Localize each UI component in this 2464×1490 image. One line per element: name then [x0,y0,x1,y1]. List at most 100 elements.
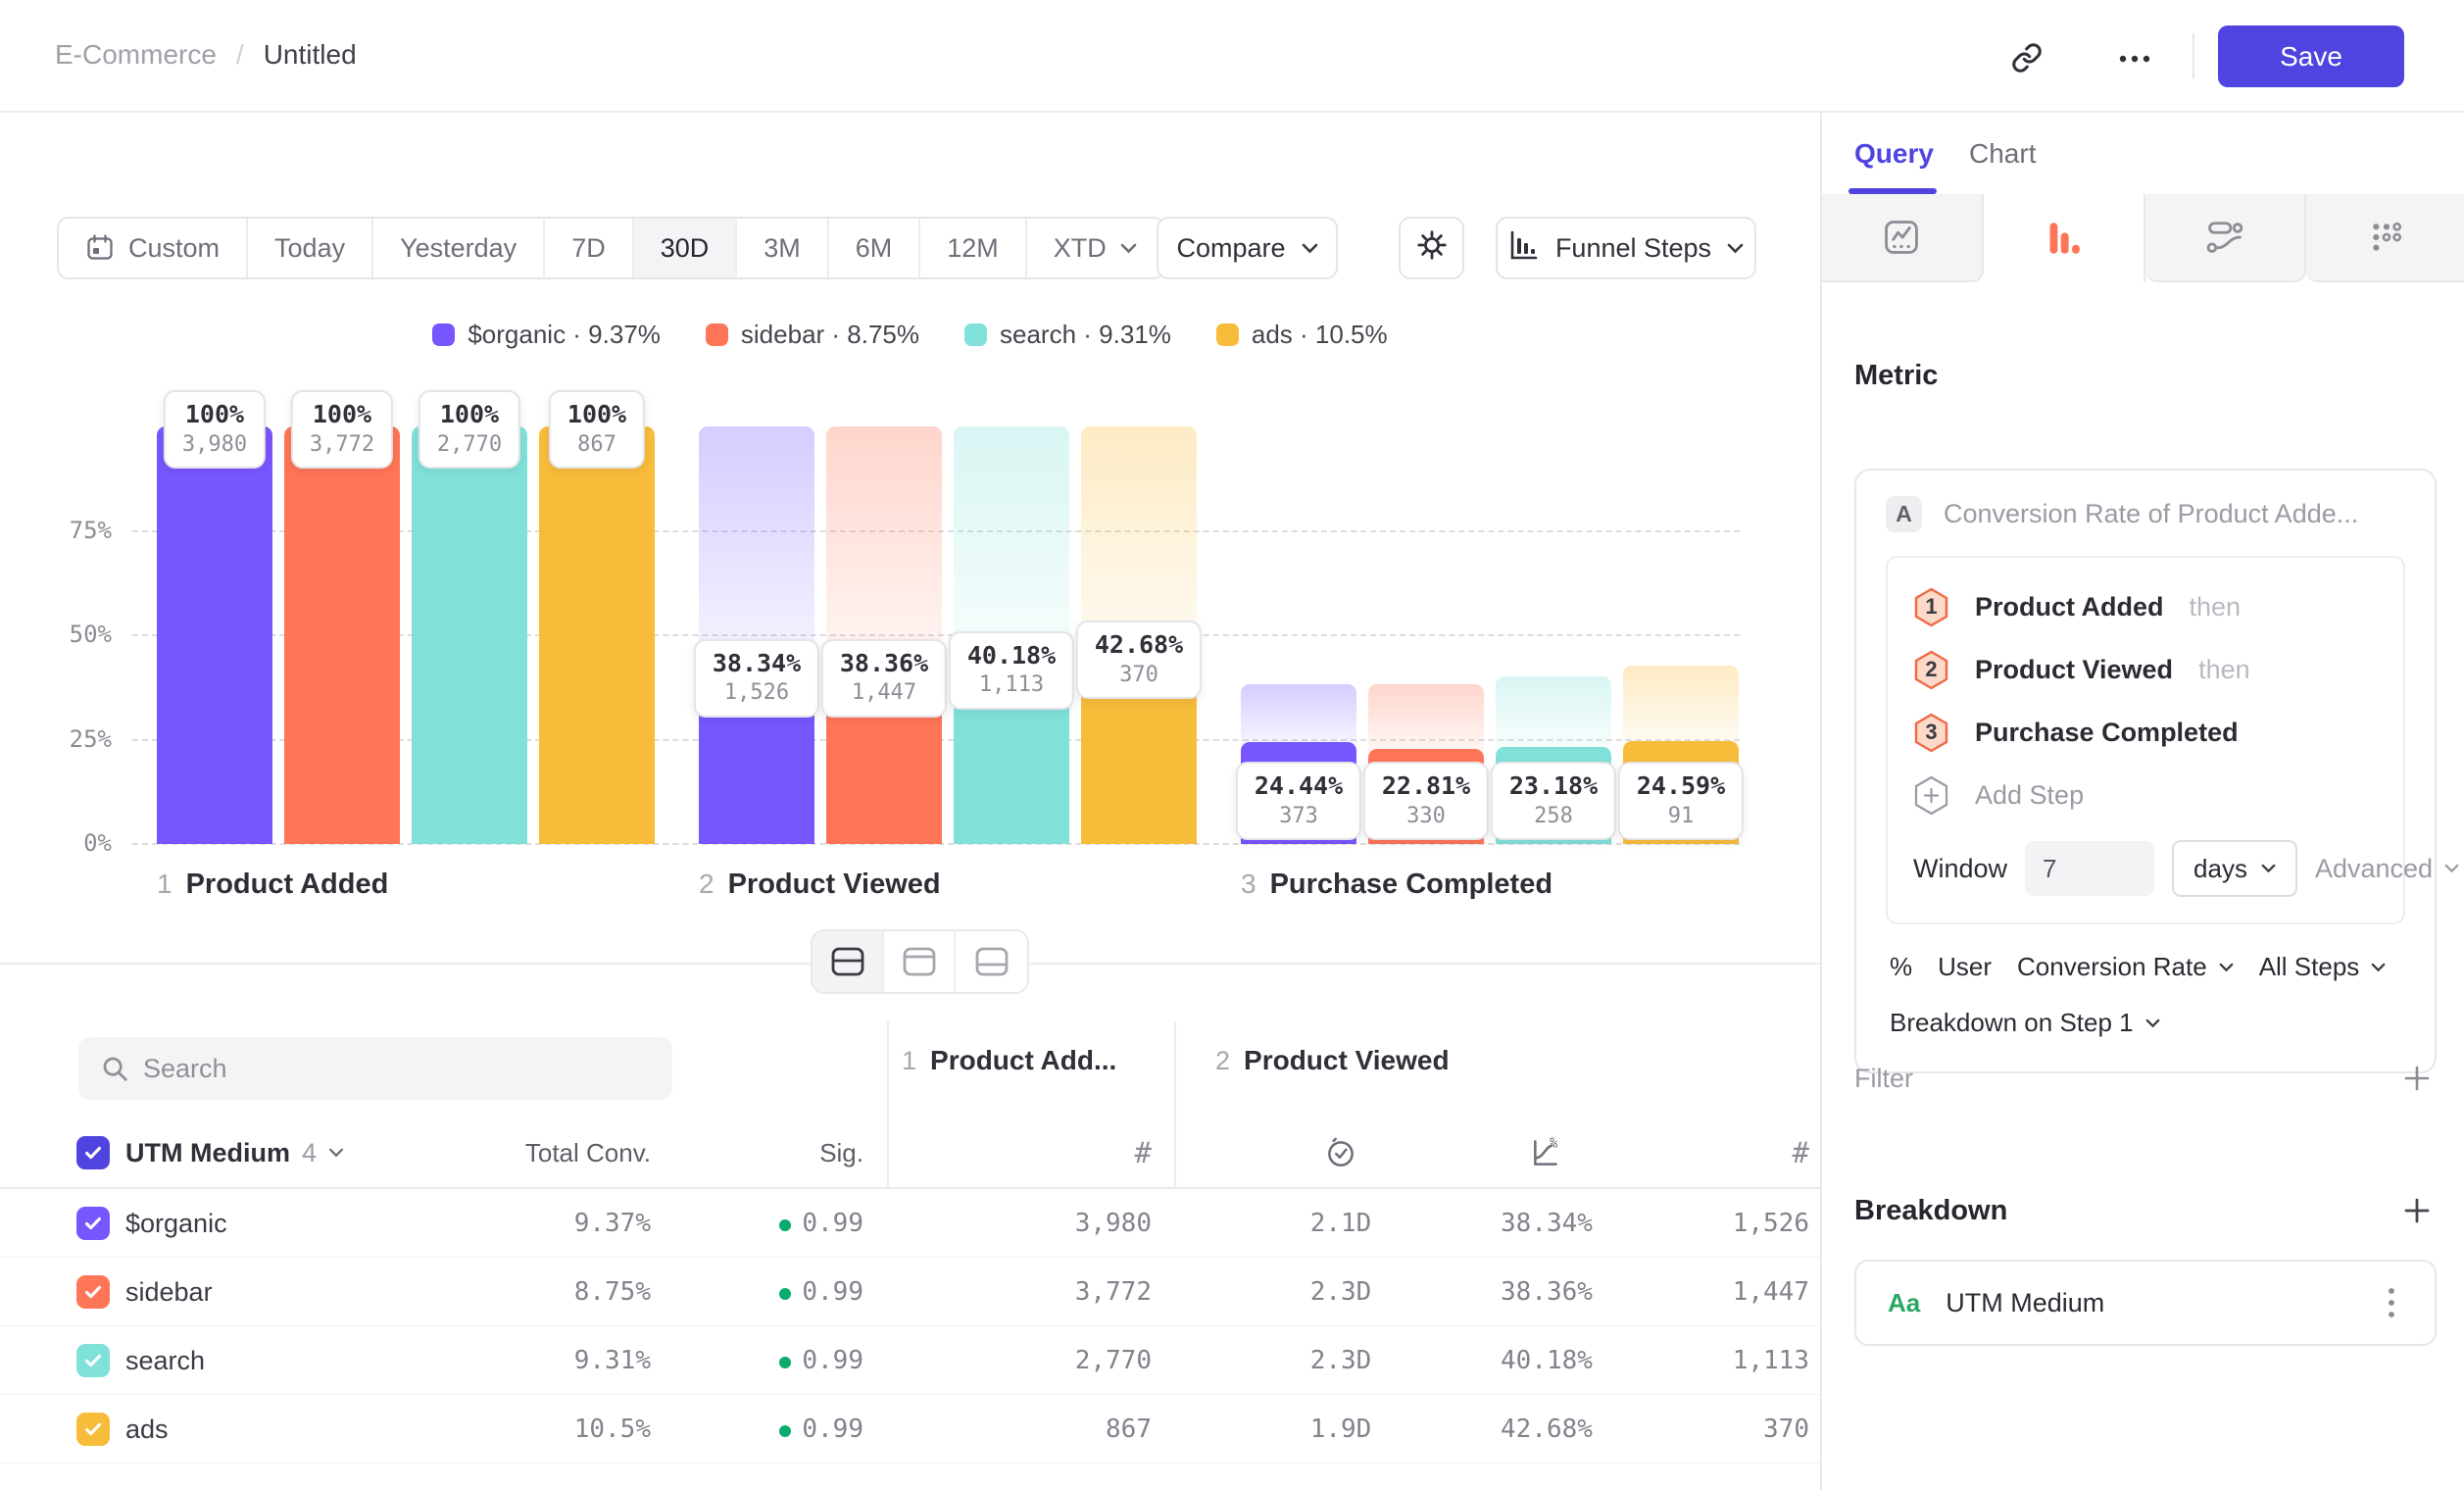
sig-header[interactable]: Sig. [746,1129,863,1176]
add-step-button[interactable]: Add Step [1913,768,2378,822]
table-only-view-button[interactable] [956,931,1027,992]
table-row-search[interactable]: search9.31%0.992,7702.3D40.18%1,113 [0,1326,1820,1395]
window-unit-select[interactable]: days [2172,840,2297,897]
date-range-custom[interactable]: Custom [59,219,248,277]
row-checkbox[interactable] [76,1207,110,1240]
legend-label: search · 9.31% [1000,320,1171,350]
date-range-yesterday[interactable]: Yesterday [373,219,545,277]
chart-settings-button[interactable] [1399,217,1464,279]
y-axis-tick: 0% [35,829,112,857]
breadcrumb-report-title[interactable]: Untitled [264,39,357,71]
date-range-12m[interactable]: 12M [920,219,1027,277]
date-range-7d[interactable]: 7D [545,219,634,277]
advanced-toggle[interactable]: Advanced [2315,854,2459,884]
table-row-ads[interactable]: ads10.5%0.998671.9D42.68%370 [0,1395,1820,1464]
chevron-down-icon [2261,864,2276,873]
step2-count-column-header[interactable]: # [1711,1129,1809,1176]
bar-value-card: 40.18%1,113 [949,631,1074,710]
add-breakdown-button[interactable] [2397,1191,2437,1230]
table-row-sidebar[interactable]: sidebar8.75%0.993,7722.3D38.36%1,447 [0,1258,1820,1326]
save-button[interactable]: Save [2218,25,2404,87]
compare-button[interactable]: Compare [1157,217,1338,279]
legend-item-search[interactable]: search · 9.31% [964,320,1171,350]
query-step-3[interactable]: 3 Purchase Completed [1913,705,2378,760]
more-options-button[interactable] [2113,37,2156,80]
legend-item-ads[interactable]: ads · 10.5% [1216,320,1388,350]
view-type-label: Funnel Steps [1555,233,1711,264]
step-axis-label: 3Purchase Completed [1241,869,1552,901]
add-filter-button[interactable] [2397,1059,2437,1098]
search-input[interactable] [78,1037,672,1100]
breakdown-on-step-select[interactable]: Breakdown on Step 1 [1890,1008,2405,1038]
measurement-entity[interactable]: User [1938,952,1992,982]
split-view-button[interactable] [813,931,884,992]
breadcrumb-separator: / [236,39,244,71]
avg-time-column-header[interactable] [1309,1129,1372,1176]
table-step2-header[interactable]: 2 Product Viewed [1215,1045,1450,1076]
total-conv-header[interactable]: Total Conv. [455,1129,651,1176]
funnel-ghost-bar [1368,684,1484,757]
step1-count-column-header[interactable]: # [1054,1129,1152,1176]
conversion-window-row: Window days Advanced [1913,840,2378,897]
date-range-6m[interactable]: 6M [829,219,921,277]
chevron-down-icon [2371,963,2386,972]
row-checkbox[interactable] [76,1275,110,1309]
breakdown-column-header[interactable]: UTM Medium 4 [125,1129,344,1176]
step-name: Product Viewed [1975,655,2173,685]
measurement-scope-select[interactable]: All Steps [2259,952,2387,982]
copy-link-button[interactable] [2005,37,2048,80]
conv-rate-column-header[interactable]: % [1515,1129,1578,1176]
date-range-3m[interactable]: 3M [737,219,829,277]
select-all-checkbox[interactable] [76,1136,110,1169]
date-range-xtd[interactable]: XTD [1027,219,1163,277]
funnel-bar-organic-step1[interactable] [157,426,272,844]
chart-type-funnel[interactable] [1984,194,2145,282]
table-row-organic[interactable]: $organic9.37%0.993,9802.1D38.34%1,526 [0,1189,1820,1258]
row-significance: 0.99 [667,1395,863,1464]
kebab-icon [2388,1286,2395,1319]
legend-item-organic[interactable]: $organic · 9.37% [432,320,661,350]
breadcrumb-project[interactable]: E-Commerce [55,39,217,71]
row-checkbox[interactable] [76,1344,110,1377]
chart-type-insights[interactable] [1822,194,1984,282]
query-step-1[interactable]: 1 Product Added then [1913,579,2378,634]
funnel-bar-ads-step1[interactable] [539,426,655,844]
table-step1-header[interactable]: 1 Product Add... [902,1045,1116,1076]
metric-label: Conversion Rate of Product Adde... [1944,499,2358,529]
retention-icon [2368,219,2405,256]
y-axis-tick: 25% [35,725,112,753]
legend-item-sidebar[interactable]: sidebar · 8.75% [706,320,919,350]
window-label: Window [1913,854,2007,884]
step-axis-label: 1Product Added [157,869,388,901]
table-only-view-icon [974,946,1010,977]
breakdown-heading: Breakdown [1854,1195,2007,1227]
metric-summary-row[interactable]: A Conversion Rate of Product Adde... [1886,496,2405,532]
y-axis-tick: 50% [35,621,112,648]
metric-card: A Conversion Rate of Product Adde... 1 P… [1854,469,2437,1073]
tab-query[interactable]: Query [1854,138,1934,170]
row-checkbox[interactable] [76,1413,110,1446]
funnel-bar-search-step1[interactable] [412,426,527,844]
chevron-down-icon [2444,864,2459,873]
row-avg-time: 1.9D [1243,1395,1439,1464]
breakdown-property-card[interactable]: Aa UTM Medium [1854,1260,2437,1346]
bar-value-card: 24.44%373 [1236,762,1361,840]
breakdown-options-button[interactable] [2372,1281,2411,1324]
add-step-label: Add Step [1975,780,2084,811]
step1-number: 1 [902,1046,916,1076]
chart-type-flow[interactable] [2145,194,2307,282]
step-axis-label: 2Product Viewed [699,869,941,901]
chart-only-view-button[interactable] [884,931,956,992]
bar-value-card: 100%867 [549,390,645,469]
calendar-icon [85,233,115,263]
query-step-2[interactable]: 2 Product Viewed then [1913,642,2378,697]
chart-type-retention[interactable] [2306,194,2464,282]
funnel-bar-sidebar-step1[interactable] [284,426,400,844]
tab-chart[interactable]: Chart [1969,138,2036,170]
window-value-input[interactable] [2025,841,2154,896]
measurement-metric-select[interactable]: Conversion Rate [2017,952,2234,982]
date-range-30d[interactable]: 30D [634,219,738,277]
view-type-selector[interactable]: Funnel Steps [1496,217,1756,279]
step-badge-icon: 2 [1913,650,1949,690]
date-range-today[interactable]: Today [248,219,373,277]
